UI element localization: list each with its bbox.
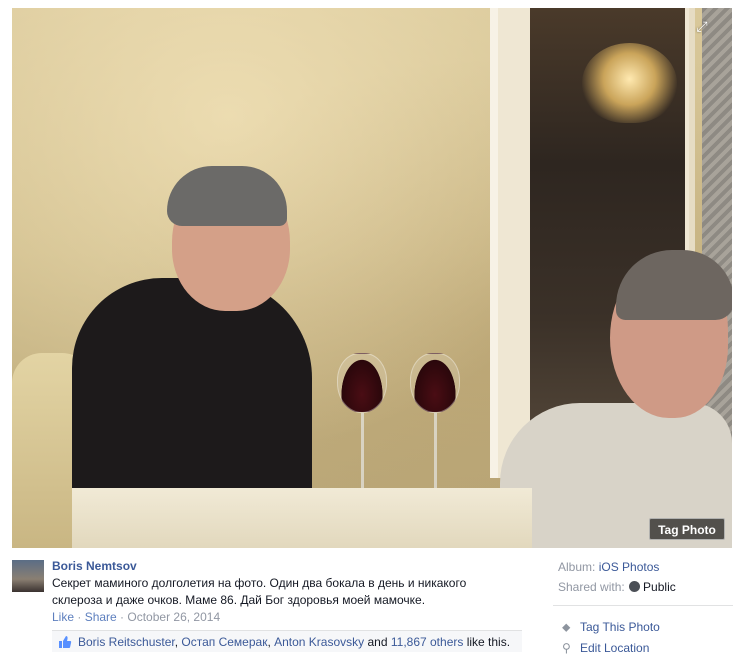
shared-label: Shared with: — [558, 580, 629, 594]
likes-summary: Boris Reitschuster, Остап Семерак, Anton… — [52, 630, 522, 652]
chandelier — [582, 43, 677, 123]
edit-location-label: Edit Location — [580, 641, 650, 655]
shared-row: Shared with: Public — [558, 580, 738, 595]
album-label: Album: — [558, 560, 599, 574]
location-pin-icon: ⚲ — [562, 641, 571, 655]
meta-separator: · — [74, 610, 85, 624]
wine-glass-left — [337, 353, 387, 413]
album-link[interactable]: iOS Photos — [599, 560, 660, 574]
globe-icon — [629, 581, 641, 592]
album-row: Album: iOS Photos — [558, 560, 738, 575]
expand-icon[interactable]: ⤢ — [693, 17, 711, 35]
author-name[interactable]: Boris Nemtsov — [52, 559, 542, 574]
liker-name[interactable]: Anton Krasovsky — [274, 635, 364, 649]
photo[interactable] — [12, 8, 732, 548]
edit-location-link[interactable]: ⚲ Edit Location — [562, 641, 649, 656]
tag-photo-button[interactable]: Tag Photo — [649, 518, 725, 540]
post-meta: Like · Share · October 26, 2014 — [52, 610, 220, 625]
thumbs-up-icon — [59, 636, 72, 648]
post-date[interactable]: October 26, 2014 — [127, 610, 220, 624]
divider — [553, 605, 733, 606]
post-text: Boris Nemtsov Секрет маминого долголетия… — [52, 559, 542, 608]
caption-line-1: Секрет маминого долголетия на фото. Один… — [52, 576, 467, 590]
caption-line-2: склероза и даже очков. Маме 86. Дай Бог … — [52, 593, 426, 607]
table — [72, 488, 532, 548]
audience-value[interactable]: Public — [643, 580, 676, 594]
tag-icon: ⬥ — [562, 620, 571, 634]
liker-name[interactable]: Boris Reitschuster — [78, 635, 175, 649]
man-hair — [167, 166, 287, 226]
meta-separator: · — [116, 610, 128, 624]
like-link[interactable]: Like — [52, 610, 74, 624]
avatar[interactable] — [12, 560, 44, 592]
share-link[interactable]: Share — [85, 610, 117, 624]
likes-and: and — [364, 635, 391, 649]
liker-name[interactable]: Остап Семерак — [181, 635, 267, 649]
others-link[interactable]: 11,867 others — [391, 635, 464, 649]
wine-glass-stem-right — [434, 413, 437, 488]
wine-glass-right — [410, 353, 460, 413]
tag-this-photo-link[interactable]: ⬥ Tag This Photo — [562, 620, 660, 635]
likes-suffix: like this. — [463, 635, 511, 649]
photo-info: Album: iOS Photos Shared with: Public — [558, 560, 738, 600]
tag-this-photo-label: Tag This Photo — [580, 620, 660, 634]
wine-glass-stem-left — [361, 413, 364, 488]
